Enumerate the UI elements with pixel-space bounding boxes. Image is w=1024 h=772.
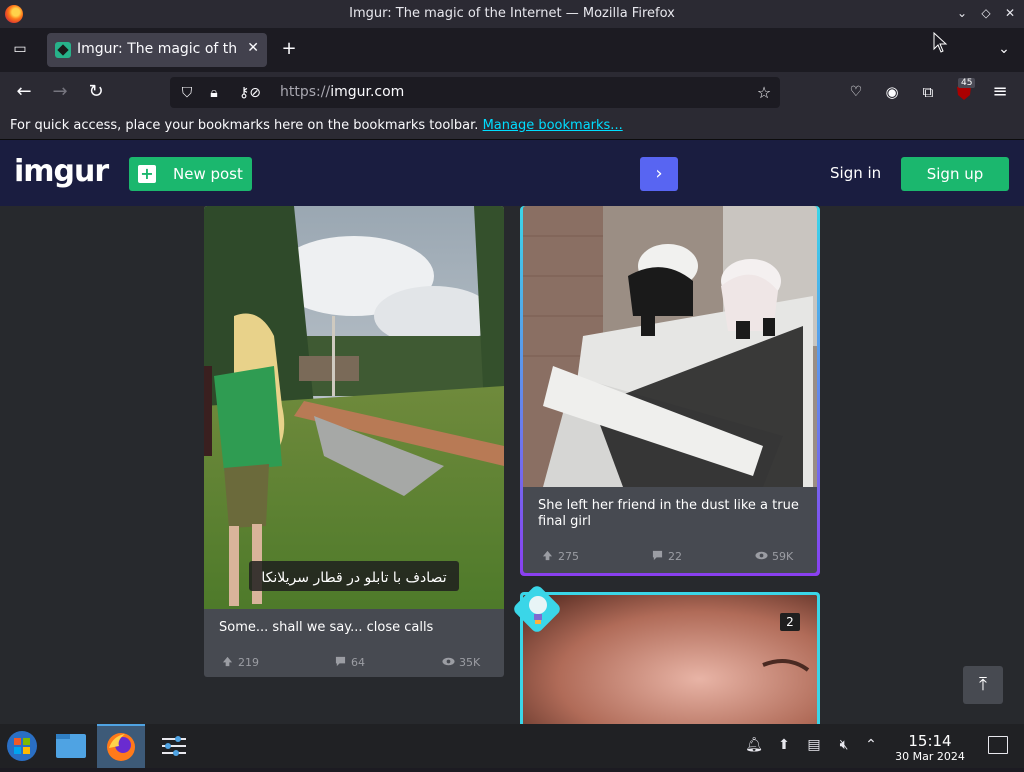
comment-icon [335, 656, 346, 667]
notifications-icon[interactable]: 🔔︎ [745, 736, 763, 754]
menu-icon[interactable]: ≡ [990, 82, 1010, 102]
taskbar: 🔔︎ ⬆ ▤ 🔇︎ ⌃ 15:14 30 Mar 2024 [0, 724, 1024, 768]
window-title: Imgur: The magic of the Internet — Mozil… [349, 6, 675, 21]
new-post-button[interactable]: + New post [129, 157, 252, 191]
reload-icon[interactable]: ↻ [86, 82, 106, 102]
lightbulb-icon [529, 596, 547, 624]
clock-time: 15:14 [908, 732, 952, 750]
chevron-right-button[interactable]: › [640, 157, 678, 191]
post-thumbnail[interactable]: تصادف با تابلو در قطار سریلانکا [204, 206, 504, 609]
window-titlebar: Imgur: The magic of the Internet — Mozil… [0, 0, 1024, 28]
imgur-favicon-icon [55, 42, 71, 58]
new-tab-icon[interactable]: + [279, 39, 299, 59]
maximize-icon[interactable]: ◇ [979, 6, 993, 20]
clock[interactable]: 15:14 30 Mar 2024 [892, 732, 968, 763]
lock-icon[interactable]: 🔒︎ [205, 84, 223, 102]
post-thumbnail[interactable] [523, 206, 817, 487]
tab-strip: ▭ Imgur: The magic of the Internet ✕ + ⌄ [0, 28, 1024, 72]
permissions-icon[interactable]: ⚷⊘ [232, 84, 268, 102]
post-title[interactable]: Some... shall we say... close calls [219, 620, 433, 636]
extensions-icon[interactable]: ⧉ [918, 82, 938, 102]
url-bar[interactable]: ⛉ 🔒︎ ⚷⊘ https://imgur.com ☆ [170, 77, 780, 108]
sign-up-button[interactable]: Sign up [901, 157, 1009, 191]
settings-sliders-icon[interactable] [150, 724, 198, 768]
show-hidden-icons-icon[interactable]: ⌃ [862, 736, 880, 754]
post-card[interactable]: 2 [523, 595, 817, 724]
bookmarks-toolbar: For quick access, place your bookmarks h… [0, 112, 1024, 140]
volume-muted-icon[interactable]: 🔇︎ [835, 736, 853, 754]
account-icon[interactable]: ◉ [882, 82, 902, 102]
tracking-protection-shield-icon[interactable]: ⛉ [178, 84, 196, 102]
bookmark-star-icon[interactable]: ☆ [755, 84, 773, 102]
forward-icon[interactable]: → [50, 82, 70, 102]
imgur-logo[interactable]: imgur [14, 154, 109, 189]
minimize-icon[interactable]: ⌄ [955, 6, 969, 20]
tab-label: Imgur: The magic of the Internet [77, 41, 237, 57]
upvote-count[interactable]: 219 [221, 656, 259, 669]
scroll-to-top-button[interactable]: ⤒ [963, 666, 1003, 704]
clipboard-icon[interactable]: ▤ [805, 736, 823, 754]
show-desktop-icon[interactable] [988, 736, 1008, 754]
post-title[interactable]: She left her friend in the dust like a t… [538, 498, 808, 530]
firefox-taskbar-icon[interactable] [97, 724, 145, 768]
bookmarks-hint: For quick access, place your bookmarks h… [10, 118, 623, 133]
post-overlay-text: تصادف با تابلو در قطار سریلانکا [261, 570, 446, 586]
post-thumbnail[interactable] [523, 595, 817, 724]
upvote-icon [222, 656, 233, 667]
view-count: 59K [755, 550, 793, 563]
upvote-icon [542, 550, 553, 561]
pocket-icon[interactable]: ♡ [846, 82, 866, 102]
page-content: تصادف با تابلو در قطار سریلانکا Some... … [0, 140, 1024, 724]
clock-date: 30 Mar 2024 [895, 750, 965, 763]
imgur-header: imgur + New post › Sign in Sign up [0, 140, 1024, 206]
image-count-badge: 2 [780, 613, 800, 631]
view-count: 35K [442, 656, 480, 669]
upvote-count[interactable]: 275 [541, 550, 579, 563]
url-text[interactable]: https://imgur.com [280, 84, 404, 100]
post-card[interactable]: تصادف با تابلو در قطار سریلانکا Some... … [204, 206, 504, 677]
navigation-toolbar: ← → ↻ ⛉ 🔒︎ ⚷⊘ https://imgur.com ☆ ♡ ◉ ⧉ … [0, 72, 1024, 112]
firefox-view-icon[interactable]: ▭ [10, 39, 30, 59]
comment-icon [652, 550, 663, 561]
back-icon[interactable]: ← [14, 82, 34, 102]
extension-badge: 45 [958, 78, 976, 88]
comment-count[interactable]: 64 [334, 656, 365, 669]
post-card[interactable]: She left her friend in the dust like a t… [523, 206, 817, 573]
updates-icon[interactable]: ⬆ [775, 736, 793, 754]
manage-bookmarks-link[interactable]: Manage bookmarks... [483, 118, 623, 133]
close-tab-icon[interactable]: ✕ [247, 40, 259, 56]
tab-imgur[interactable]: Imgur: The magic of the Internet ✕ [47, 33, 267, 67]
eye-icon [755, 551, 768, 560]
file-manager-icon[interactable] [48, 724, 96, 768]
list-all-tabs-icon[interactable]: ⌄ [994, 39, 1014, 59]
plus-icon: + [138, 165, 156, 183]
eye-icon [442, 657, 455, 666]
mouse-cursor-icon [933, 32, 948, 53]
sign-in-link[interactable]: Sign in [830, 164, 881, 182]
start-menu-icon[interactable] [0, 724, 48, 768]
close-window-icon[interactable]: ✕ [1003, 6, 1017, 20]
comment-count[interactable]: 22 [651, 550, 682, 563]
